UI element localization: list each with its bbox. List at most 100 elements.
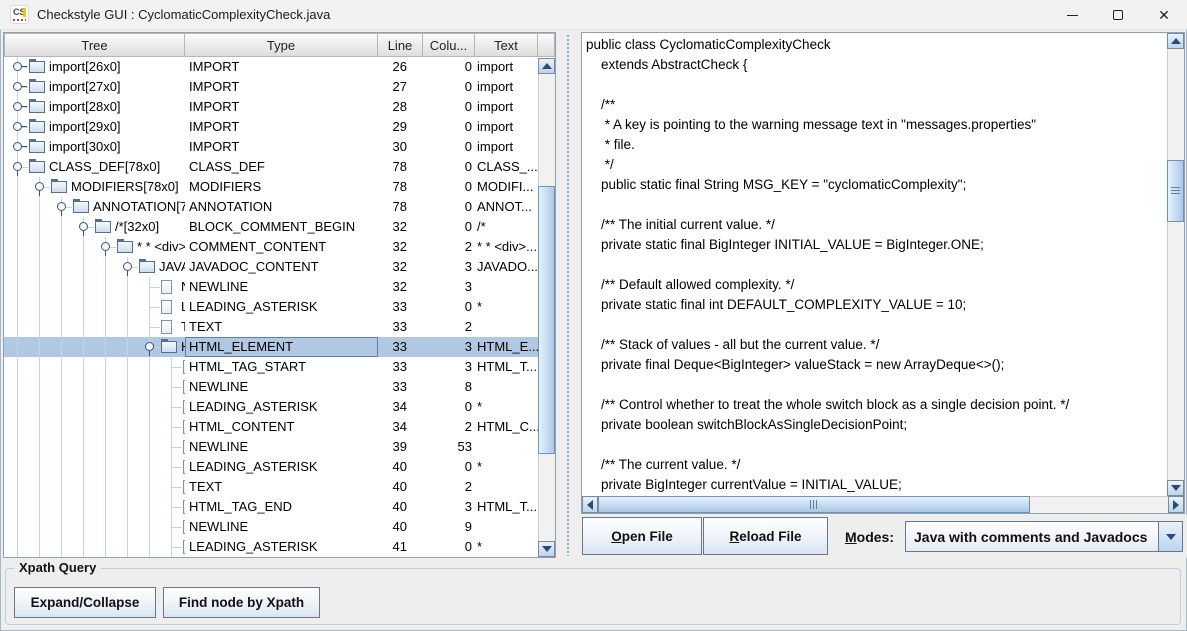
- table-row[interactable]: import[26x0]IMPORT260import: [4, 57, 538, 77]
- line-cell[interactable]: 40: [378, 497, 423, 517]
- table-row[interactable]: HTML_TAG_ENDHTML_TAG_END403HTML_T...: [4, 497, 538, 517]
- tree-cell[interactable]: HTML_TAG_START: [4, 357, 185, 377]
- code-horizontal-scrollbar[interactable]: [582, 496, 1184, 513]
- text-cell[interactable]: [475, 437, 538, 457]
- line-cell[interactable]: 29: [378, 117, 423, 137]
- scroll-thumb[interactable]: [538, 186, 555, 454]
- column-cell[interactable]: 2: [423, 417, 475, 437]
- type-cell[interactable]: LEADING_ASTERISK: [185, 457, 378, 477]
- text-cell[interactable]: *: [475, 297, 538, 317]
- collapse-handle-icon[interactable]: [123, 262, 132, 271]
- line-cell[interactable]: 40: [378, 517, 423, 537]
- table-row[interactable]: NEWLINENEWLINE409: [4, 517, 538, 537]
- text-cell[interactable]: HTML_T...: [475, 497, 538, 517]
- column-cell[interactable]: 0: [423, 177, 475, 197]
- type-cell[interactable]: IMPORT: [185, 137, 378, 157]
- table-row[interactable]: import[27x0]IMPORT270import: [4, 77, 538, 97]
- column-cell[interactable]: 3: [423, 497, 475, 517]
- collapse-handle-icon[interactable]: [57, 202, 66, 211]
- type-cell[interactable]: COMMENT_CONTENT: [185, 237, 378, 257]
- table-row[interactable]: import[28x0]IMPORT280import: [4, 97, 538, 117]
- column-cell[interactable]: 0: [423, 537, 475, 557]
- scroll-right-button[interactable]: [1168, 496, 1184, 513]
- text-cell[interactable]: HTML_C...: [475, 417, 538, 437]
- column-cell[interactable]: 0: [423, 197, 475, 217]
- text-cell[interactable]: /*: [475, 217, 538, 237]
- text-cell[interactable]: ANNOT...: [475, 197, 538, 217]
- tree-cell[interactable]: HTML_TAG_END: [4, 497, 185, 517]
- type-cell[interactable]: LEADING_ASTERISK: [185, 397, 378, 417]
- tree-cell[interactable]: TEXT: [4, 317, 185, 337]
- table-row[interactable]: import[29x0]IMPORT290import: [4, 117, 538, 137]
- text-cell[interactable]: import: [475, 137, 538, 157]
- line-cell[interactable]: 30: [378, 137, 423, 157]
- tree-cell[interactable]: import[29x0]: [4, 117, 185, 137]
- tree-vertical-scrollbar[interactable]: [538, 58, 555, 557]
- line-cell[interactable]: 78: [378, 177, 423, 197]
- tree-cell[interactable]: LEADING_ASTERISK: [4, 397, 185, 417]
- tree-cell[interactable]: import[27x0]: [4, 77, 185, 97]
- tree-cell[interactable]: CLASS_DEF[78x0]: [4, 157, 185, 177]
- scroll-left-button[interactable]: [582, 496, 598, 513]
- table-row[interactable]: * * <div>...COMMENT_CONTENT322* * <div>.…: [4, 237, 538, 257]
- tree-cell[interactable]: MODIFIERS[78x0]: [4, 177, 185, 197]
- line-cell[interactable]: 41: [378, 537, 423, 557]
- type-cell[interactable]: HTML_TAG_START: [185, 357, 378, 377]
- collapse-handle-icon[interactable]: [13, 162, 22, 171]
- text-cell[interactable]: [475, 377, 538, 397]
- text-cell[interactable]: [475, 277, 538, 297]
- scroll-down-button[interactable]: [1167, 480, 1184, 496]
- text-cell[interactable]: HTML_E...: [475, 337, 538, 357]
- type-cell[interactable]: IMPORT: [185, 97, 378, 117]
- type-cell[interactable]: NEWLINE: [185, 277, 378, 297]
- type-cell[interactable]: IMPORT: [185, 77, 378, 97]
- table-row[interactable]: MODIFIERS[78x0]MODIFIERS780MODIFI...: [4, 177, 538, 197]
- column-cell[interactable]: 3: [423, 257, 475, 277]
- table-row[interactable]: TEXTTEXT332: [4, 317, 538, 337]
- type-cell[interactable]: NEWLINE: [185, 437, 378, 457]
- scroll-up-button[interactable]: [1167, 33, 1184, 49]
- split-pane-divider[interactable]: [560, 32, 576, 558]
- tree-cell[interactable]: LEADING_ASTERISK: [4, 537, 185, 557]
- collapse-handle-icon[interactable]: [79, 222, 88, 231]
- table-row[interactable]: NEWLINENEWLINE338: [4, 377, 538, 397]
- tree-cell[interactable]: HTML_CONTENT: [4, 417, 185, 437]
- tree-cell[interactable]: ANNOTATION[78x0]: [4, 197, 185, 217]
- tree-cell[interactable]: import[28x0]: [4, 97, 185, 117]
- column-cell[interactable]: 53: [423, 437, 475, 457]
- line-cell[interactable]: 32: [378, 217, 423, 237]
- expand-collapse-button[interactable]: Expand/Collapse: [14, 587, 156, 618]
- column-cell[interactable]: 3: [423, 337, 475, 357]
- tree-cell[interactable]: LEADING_ASTERISK: [4, 297, 185, 317]
- column-cell[interactable]: 0: [423, 117, 475, 137]
- column-cell[interactable]: 0: [423, 457, 475, 477]
- table-row[interactable]: LEADING_ASTERISKLEADING_ASTERISK410*: [4, 537, 538, 557]
- line-cell[interactable]: 40: [378, 477, 423, 497]
- type-cell[interactable]: HTML_TAG_END: [185, 497, 378, 517]
- line-cell[interactable]: 40: [378, 457, 423, 477]
- tree-cell[interactable]: /*[32x0]: [4, 217, 185, 237]
- column-cell[interactable]: 0: [423, 157, 475, 177]
- type-cell[interactable]: TEXT: [185, 477, 378, 497]
- column-cell[interactable]: 0: [423, 57, 475, 77]
- column-cell[interactable]: 3: [423, 357, 475, 377]
- collapse-handle-icon[interactable]: [145, 342, 154, 351]
- reload-file-button[interactable]: Reload File: [703, 517, 828, 555]
- maximize-button[interactable]: [1095, 0, 1141, 30]
- type-cell[interactable]: HTML_ELEMENT: [185, 337, 378, 357]
- text-cell[interactable]: MODIFI...: [475, 177, 538, 197]
- open-file-button[interactable]: Open File: [582, 517, 702, 555]
- scroll-thumb[interactable]: [1167, 160, 1184, 222]
- table-row[interactable]: TEXTTEXT402: [4, 477, 538, 497]
- type-cell[interactable]: JAVADOC_CONTENT: [185, 257, 378, 277]
- collapse-handle-icon[interactable]: [101, 242, 110, 251]
- tree-cell[interactable]: HTML_ELEMENT: [4, 337, 185, 357]
- column-cell[interactable]: 8: [423, 377, 475, 397]
- line-cell[interactable]: 33: [378, 317, 423, 337]
- column-cell[interactable]: 9: [423, 517, 475, 537]
- line-cell[interactable]: 33: [378, 337, 423, 357]
- column-header-column[interactable]: Colu...: [423, 33, 475, 57]
- tree-cell[interactable]: NEWLINE: [4, 377, 185, 397]
- type-cell[interactable]: ANNOTATION: [185, 197, 378, 217]
- line-cell[interactable]: 39: [378, 437, 423, 457]
